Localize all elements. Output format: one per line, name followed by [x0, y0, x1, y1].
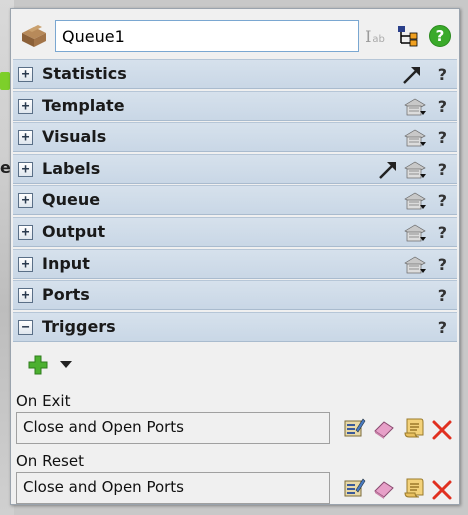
template-icon[interactable] — [403, 97, 427, 117]
background-object — [0, 72, 10, 90]
section-queue[interactable]: + Queue? — [13, 185, 457, 216]
eraser-icon[interactable] — [372, 476, 396, 500]
on-exit-field[interactable]: Close and Open Ports — [16, 412, 330, 444]
on-reset-label: On Reset — [16, 452, 84, 470]
section-input[interactable]: + Input? — [13, 248, 457, 279]
eraser-icon[interactable] — [372, 416, 396, 440]
section-help-icon[interactable]: ? — [438, 318, 447, 337]
queue-object-icon — [22, 25, 46, 47]
template-icon[interactable] — [403, 191, 427, 211]
delete-icon[interactable] — [430, 478, 454, 502]
property-sections: + Statistics? + Template? + Visuals? + Labels? +… — [13, 59, 457, 343]
add-trigger-icon[interactable] — [27, 354, 49, 376]
section-triggers[interactable]: − Triggers? — [13, 311, 457, 342]
code-script-icon[interactable] — [402, 416, 426, 440]
expand-icon[interactable]: + — [18, 67, 33, 82]
section-help-icon[interactable]: ? — [438, 97, 447, 116]
section-title: Visuals — [42, 127, 107, 147]
section-visuals[interactable]: + Visuals? — [13, 122, 457, 153]
panel-header: Iab ? — [11, 9, 459, 59]
section-help-icon[interactable]: ? — [438, 255, 447, 274]
object-name-input[interactable] — [55, 20, 359, 52]
edit-properties-icon[interactable] — [342, 416, 366, 440]
section-title: Queue — [42, 190, 101, 210]
expand-icon[interactable]: + — [18, 224, 33, 240]
template-icon[interactable] — [403, 160, 427, 180]
help-icon[interactable]: ? — [427, 24, 453, 48]
triggers-panel-body: On Exit Close and Open Ports On Reset Cl… — [11, 346, 459, 504]
tree-view-icon[interactable] — [395, 24, 421, 48]
section-help-icon[interactable]: ? — [438, 286, 447, 305]
section-title: Output — [42, 221, 106, 241]
expand-icon[interactable]: + — [18, 288, 33, 304]
expand-icon[interactable]: + — [18, 256, 33, 272]
section-labels[interactable]: + Labels? — [13, 153, 457, 184]
section-template[interactable]: + Template? — [13, 90, 457, 121]
section-title: Labels — [42, 158, 101, 178]
section-title: Input — [42, 253, 90, 273]
section-help-icon[interactable]: ? — [438, 65, 447, 84]
on-reset-field[interactable]: Close and Open Ports — [16, 472, 330, 504]
expand-icon[interactable]: + — [18, 98, 33, 114]
section-help-icon[interactable]: ? — [438, 128, 447, 147]
section-help-icon[interactable]: ? — [438, 191, 447, 210]
delete-icon[interactable] — [430, 418, 454, 442]
chevron-down-icon[interactable] — [59, 358, 73, 370]
pointer-arrow-icon[interactable] — [401, 64, 423, 86]
section-help-icon[interactable]: ? — [438, 223, 447, 242]
section-output[interactable]: + Output? — [13, 216, 457, 247]
expand-icon[interactable]: + — [18, 161, 33, 177]
section-title: Ports — [42, 285, 90, 305]
expand-icon[interactable]: + — [18, 193, 33, 209]
section-title: Template — [42, 95, 125, 115]
section-ports[interactable]: + Ports? — [13, 280, 457, 311]
section-help-icon[interactable]: ? — [438, 160, 447, 179]
properties-panel: Iab ? + Statistics? + Template? + Visuals? + La… — [10, 8, 460, 505]
section-statistics[interactable]: + Statistics? — [13, 59, 457, 89]
section-title: Triggers — [42, 316, 116, 336]
template-icon[interactable] — [403, 255, 427, 275]
template-icon[interactable] — [403, 128, 427, 148]
on-exit-label: On Exit — [16, 392, 71, 410]
section-title: Statistics — [42, 64, 127, 83]
edit-properties-icon[interactable] — [342, 476, 366, 500]
code-script-icon[interactable] — [402, 476, 426, 500]
collapse-icon[interactable]: − — [18, 319, 33, 335]
expand-icon[interactable]: + — [18, 130, 33, 146]
pointer-arrow-icon[interactable] — [377, 159, 399, 181]
template-icon[interactable] — [403, 223, 427, 243]
show-label-icon[interactable]: Iab — [362, 24, 388, 48]
